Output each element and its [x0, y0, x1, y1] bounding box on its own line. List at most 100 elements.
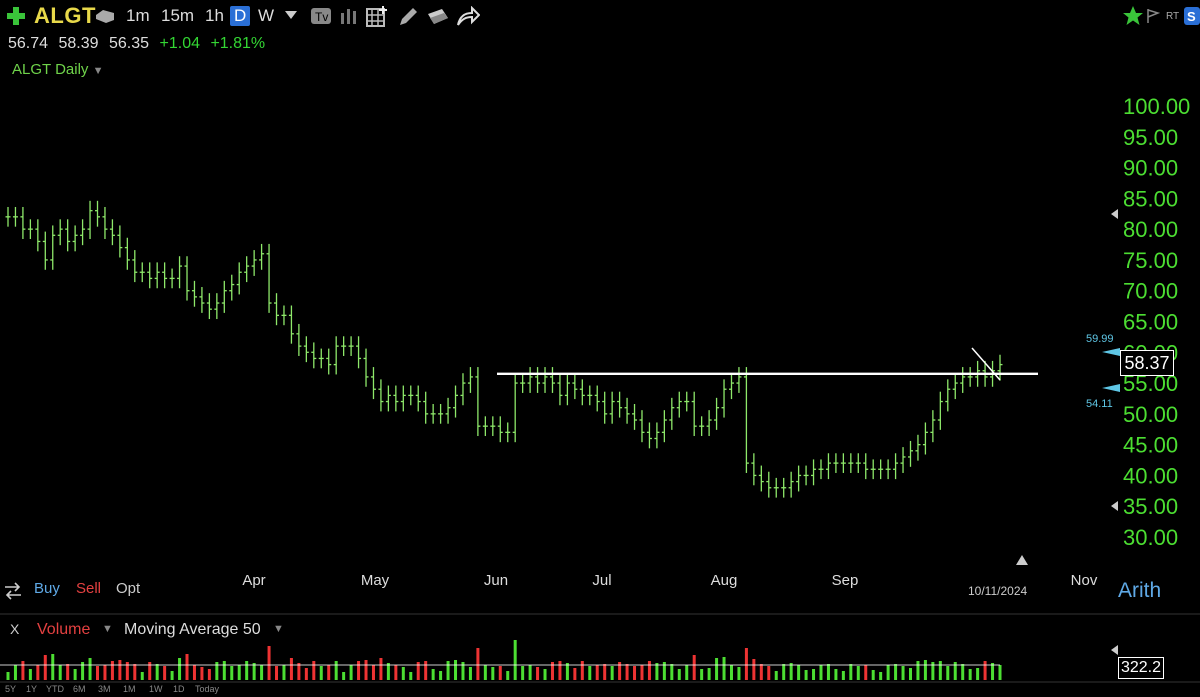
volume-bar	[722, 657, 726, 680]
ohlc-bar	[870, 459, 876, 480]
ohlc-bar	[661, 410, 667, 443]
volume-value-box: 322.2	[1118, 657, 1164, 679]
ohlc-bar	[743, 367, 749, 473]
volume-bar	[588, 666, 592, 680]
ohlc-bar	[162, 262, 168, 289]
volume-bar	[230, 666, 234, 680]
axis-marker	[1111, 645, 1118, 655]
close-indicator-button[interactable]: X	[10, 621, 19, 637]
volume-bar	[797, 665, 801, 680]
ohlc-bar	[42, 231, 48, 270]
ohlc-bar	[602, 391, 608, 424]
volume-bar	[782, 664, 786, 680]
ohlc-bar	[699, 416, 705, 437]
ohlc-bar	[855, 453, 861, 473]
volume-bar	[170, 671, 174, 680]
last-price-box: 58.37	[1120, 350, 1174, 376]
ohlc-bar	[177, 256, 183, 289]
range-ytd[interactable]: YTD	[46, 684, 64, 694]
month-label: Sep	[832, 572, 859, 589]
range-5y[interactable]: 5Y	[5, 684, 16, 694]
range-today[interactable]: Today	[195, 684, 219, 694]
range-1m[interactable]: 1M	[123, 684, 136, 694]
ohlc-bar	[967, 367, 973, 387]
y-tick-label: 95.00	[1123, 125, 1178, 150]
sell-button[interactable]: Sell	[76, 580, 101, 597]
volume-bar	[245, 661, 249, 680]
volume-bar	[849, 664, 853, 680]
month-label: Aug	[711, 572, 738, 589]
volume-bar	[819, 665, 823, 680]
ohlc-bar	[333, 336, 339, 375]
range-1y[interactable]: 1Y	[26, 684, 37, 694]
volume-bar	[207, 669, 211, 680]
alert-lower: 54.11	[1086, 398, 1113, 410]
ohlc-bar	[952, 373, 958, 400]
y-tick-label: 100.00	[1123, 94, 1190, 119]
ohlc-bar	[691, 391, 697, 437]
ohlc-bar	[505, 422, 511, 443]
volume-bar	[826, 664, 830, 680]
ohlc-bar	[95, 200, 101, 227]
volume-bar	[908, 668, 912, 680]
volume-bar	[565, 663, 569, 680]
range-1d[interactable]: 1D	[173, 684, 185, 694]
ohlc-bar	[214, 293, 220, 320]
buy-button[interactable]: Buy	[34, 580, 60, 597]
scale-mode-button[interactable]: Arith	[1118, 579, 1161, 603]
ohlc-bar	[669, 397, 675, 430]
ohlc-bar	[259, 243, 265, 270]
ohlc-bar	[646, 422, 652, 449]
volume-dropdown-icon[interactable]: ▼	[102, 623, 113, 635]
volume-bar	[767, 666, 771, 680]
ohlc-bar	[408, 385, 414, 406]
range-6m[interactable]: 6M	[73, 684, 86, 694]
volume-bar	[625, 664, 629, 680]
volume-bar	[394, 665, 398, 680]
volume-bar	[707, 668, 711, 680]
volume-bar	[401, 667, 405, 680]
volume-bar	[737, 667, 741, 680]
volume-bar	[700, 669, 704, 680]
ohlc-bar	[229, 274, 235, 301]
y-tick-label: 90.00	[1123, 156, 1178, 181]
volume-bar	[252, 663, 256, 680]
volume-bar	[946, 666, 950, 680]
ohlc-bar	[512, 373, 518, 443]
ohlc-bar	[467, 367, 473, 393]
ohlc-bar	[758, 465, 764, 492]
volume-indicator-label[interactable]: Volume	[37, 621, 90, 639]
range-1w[interactable]: 1W	[149, 684, 163, 694]
date-marker: 10/11/2024	[968, 584, 1028, 598]
ohlc-bar	[893, 453, 899, 480]
volume-bar	[73, 669, 77, 680]
ohlc-bar	[527, 367, 533, 393]
ohlc-bar	[475, 367, 481, 437]
y-tick-label: 30.00	[1123, 525, 1178, 550]
trend-line[interactable]	[971, 347, 1001, 381]
volume-bar	[282, 665, 286, 680]
month-label: Apr	[242, 572, 265, 589]
volume-bar	[349, 665, 353, 680]
volume-bar	[543, 669, 547, 680]
ohlc-bar	[617, 391, 623, 418]
options-button[interactable]: Opt	[116, 580, 140, 597]
ohlc-bar	[303, 336, 309, 363]
ohlc-bar	[736, 367, 742, 393]
volume-bar	[968, 669, 972, 680]
ohlc-bar	[542, 367, 548, 393]
ohlc-bar	[356, 336, 362, 369]
ohlc-bar	[296, 323, 302, 356]
ohlc-bar	[65, 219, 71, 252]
ohlc-bar	[393, 385, 399, 412]
trade-arrows-icon[interactable]	[2, 580, 24, 602]
range-3m[interactable]: 3M	[98, 684, 111, 694]
axis-marker	[1111, 501, 1118, 511]
moving-average-label[interactable]: Moving Average 50	[124, 621, 261, 639]
ohlc-bar	[714, 397, 720, 430]
volume-bar	[841, 671, 845, 680]
ma-dropdown-icon[interactable]: ▼	[273, 623, 284, 635]
ohlc-bar	[154, 262, 160, 289]
volume-bar	[834, 669, 838, 680]
volume-bar	[506, 671, 510, 680]
